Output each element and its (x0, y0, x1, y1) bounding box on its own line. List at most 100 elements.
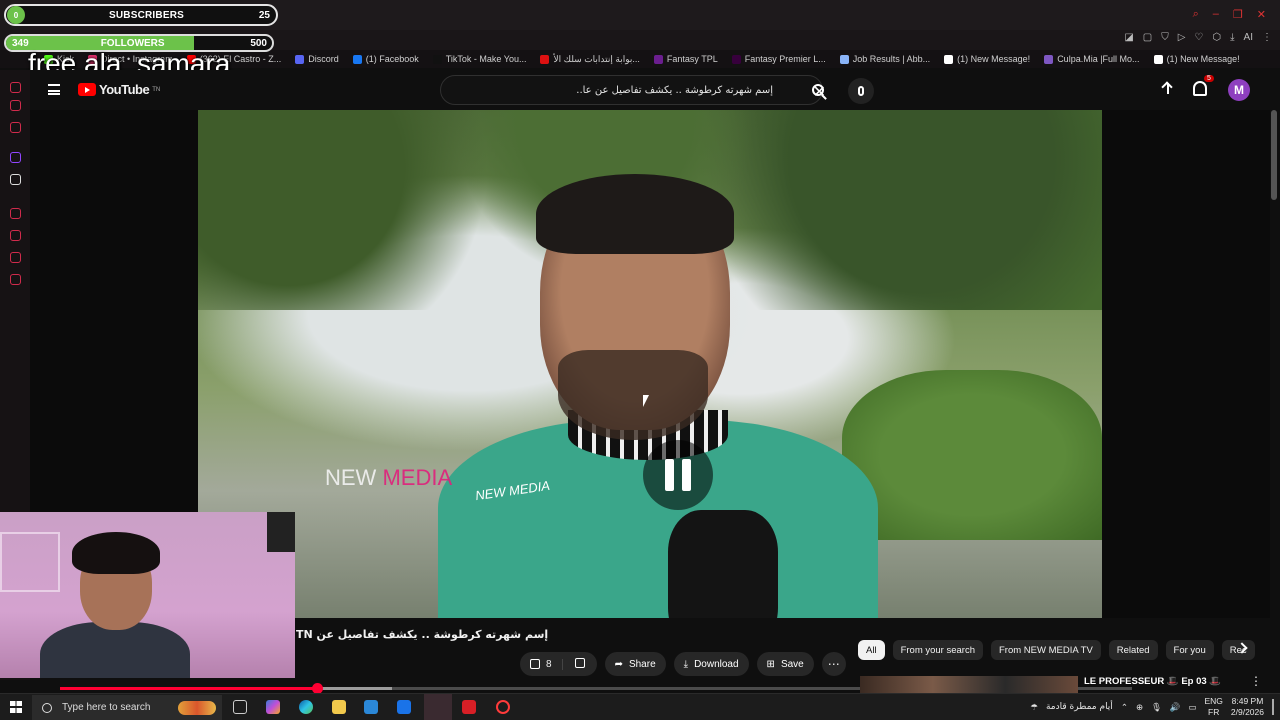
more-actions-button[interactable]: ⋯ (821, 652, 846, 676)
sidebar-app-icon[interactable] (10, 100, 21, 111)
chip-related[interactable]: Related (1108, 640, 1158, 660)
sidebar-app-icon[interactable] (10, 252, 21, 263)
pause-icon (665, 459, 674, 491)
ai-icon[interactable]: AI (1244, 32, 1253, 43)
task-view-icon[interactable] (233, 700, 247, 714)
bookmark-item[interactable]: Fantasy Premier L... (731, 54, 826, 64)
avatar[interactable]: M (1228, 79, 1250, 101)
mail-icon[interactable] (397, 700, 411, 714)
bookmark-item[interactable]: Culpa.Mia |Full Mo... (1044, 54, 1140, 64)
dislike-button[interactable] (563, 657, 597, 671)
shield-icon[interactable]: ⛉ (1161, 32, 1169, 43)
language-indicator[interactable]: ENG FR (1204, 696, 1222, 718)
notification-badge: 5 (1204, 75, 1214, 82)
search-box: ✕ (440, 75, 826, 105)
webcam-dark-object (267, 512, 295, 552)
maximize-icon[interactable]: ❐ (1233, 8, 1243, 21)
bookmark-label: Culpa.Mia |Full Mo... (1057, 54, 1140, 64)
page-scrollbar[interactable] (1271, 110, 1277, 200)
youtube-logo[interactable]: YouTube TN (78, 82, 160, 97)
download-icon[interactable]: ⤓ (1230, 32, 1234, 43)
bookmark-item[interactable]: TikTok - Make You... (432, 54, 527, 64)
opera-gx-icon[interactable] (424, 694, 452, 720)
hamburger-menu-icon[interactable] (48, 84, 60, 95)
bookmark-icon[interactable]: ◪ (1124, 32, 1133, 43)
menu-icon[interactable]: ⋮ (1262, 32, 1272, 43)
voice-search-button[interactable] (848, 78, 874, 104)
network-icon[interactable]: ⊕ (1136, 702, 1143, 713)
chip-from-new-media-tv[interactable]: From NEW MEDIA TV (991, 640, 1101, 660)
chip-for-you[interactable]: For you (1165, 640, 1214, 660)
recommended-video[interactable]: LE PROFESSEUR 🎩 Ep 03 🎩 ⋮ (860, 674, 1260, 694)
screenshot-icon[interactable]: ▢ (1143, 32, 1152, 43)
sidebar-app-icon[interactable] (10, 122, 21, 133)
bookmark-item[interactable]: Fantasy TPL (653, 54, 718, 64)
weather-text[interactable]: أيام ممطرة قادمة (1046, 702, 1113, 712)
search-button[interactable] (803, 75, 833, 105)
recommended-title[interactable]: LE PROFESSEUR 🎩 Ep 03 🎩 (1084, 676, 1221, 687)
save-icon: ⊞ (766, 658, 775, 670)
bookmark-item[interactable]: (1) New Message! (944, 54, 1030, 64)
like-button[interactable]: 8 (520, 658, 563, 670)
video-actions: 8 ➦ Share ⤓ Download ⊞ Save ⋯ (520, 652, 846, 676)
windows-start-icon[interactable] (10, 701, 22, 713)
more-options-icon[interactable]: ⋮ (1250, 674, 1260, 688)
create-icon[interactable] (1161, 81, 1175, 97)
chevron-up-icon[interactable]: ⌃ (1121, 702, 1128, 713)
close-icon[interactable]: ✕ (1257, 8, 1266, 21)
download-button[interactable]: ⤓ Download (673, 652, 749, 676)
wps-icon[interactable] (462, 700, 476, 714)
sidebar-app-icon[interactable] (10, 82, 21, 93)
bookmark-item[interactable]: Job Results | Abb... (839, 54, 930, 64)
bookmark-item[interactable]: بوابة إنتدابات سلك الأ... (540, 53, 640, 65)
battery-icon[interactable]: ▭ (1188, 702, 1196, 713)
bookmark-item[interactable]: (1) New Message! (1153, 54, 1240, 64)
bookmark-label: (1) Facebook (365, 54, 419, 64)
settings-icon[interactable] (10, 274, 21, 285)
taskbar-search[interactable]: Type here to search (32, 695, 222, 720)
weather-icon[interactable]: ☂ (1030, 702, 1038, 713)
file-explorer-icon[interactable] (332, 700, 346, 714)
x-icon[interactable] (10, 174, 21, 185)
save-button[interactable]: ⊞ Save (756, 652, 814, 676)
played-bar (60, 687, 317, 690)
copilot-icon[interactable] (266, 700, 280, 714)
heart-icon[interactable]: ♡ (1194, 32, 1203, 43)
history-icon[interactable] (10, 230, 21, 241)
bookmark-item[interactable]: Discord (295, 54, 339, 64)
obs-icon[interactable] (496, 700, 510, 714)
share-button[interactable]: ➦ Share (604, 652, 666, 676)
show-desktop-button[interactable] (1272, 699, 1274, 715)
microphone-icon[interactable]: 🎙 (1151, 702, 1162, 713)
chip-from-your-search[interactable]: From your search (892, 640, 983, 660)
clock[interactable]: 8:49 PM 2/9/2026 (1231, 696, 1264, 718)
language-top: ENG (1204, 696, 1223, 706)
download-label: Download (694, 658, 739, 670)
sidebar-app-icon[interactable] (10, 208, 21, 219)
watermark-accent: MEDIA (382, 465, 453, 490)
bookmark-item[interactable]: (1) Facebook (352, 54, 419, 64)
minimize-icon[interactable]: – (1213, 8, 1219, 21)
taskbar-search-placeholder: Type here to search (62, 702, 151, 713)
save-label: Save (780, 658, 804, 670)
like-count: 8 (546, 658, 552, 670)
search-input[interactable] (453, 77, 773, 103)
bookmark-label: بوابة إنتدابات سلك الأ... (553, 53, 640, 64)
extensions-icon[interactable]: ⬡ (1212, 32, 1221, 43)
search-icon[interactable]: ⌕ (1193, 8, 1199, 21)
play-icon[interactable]: ▷ (1178, 32, 1186, 43)
streamer-hair (72, 532, 160, 574)
edge-icon[interactable] (299, 700, 313, 714)
twitch-icon[interactable] (10, 152, 21, 163)
pause-button[interactable] (643, 440, 713, 510)
search-icon (812, 84, 824, 96)
video-frame[interactable]: NEW MEDIA NEW MEDIA (198, 110, 1102, 618)
notifications-bell-icon[interactable]: 5 (1193, 75, 1214, 96)
chip-all[interactable]: All (858, 640, 885, 660)
region-code: TN (152, 86, 161, 93)
store-icon[interactable] (364, 700, 378, 714)
video-subject (438, 174, 878, 618)
recommended-thumbnail[interactable] (860, 676, 1078, 694)
volume-icon[interactable]: 🔊 (1170, 702, 1181, 713)
bookmark-label: TikTok - Make You... (445, 54, 527, 64)
